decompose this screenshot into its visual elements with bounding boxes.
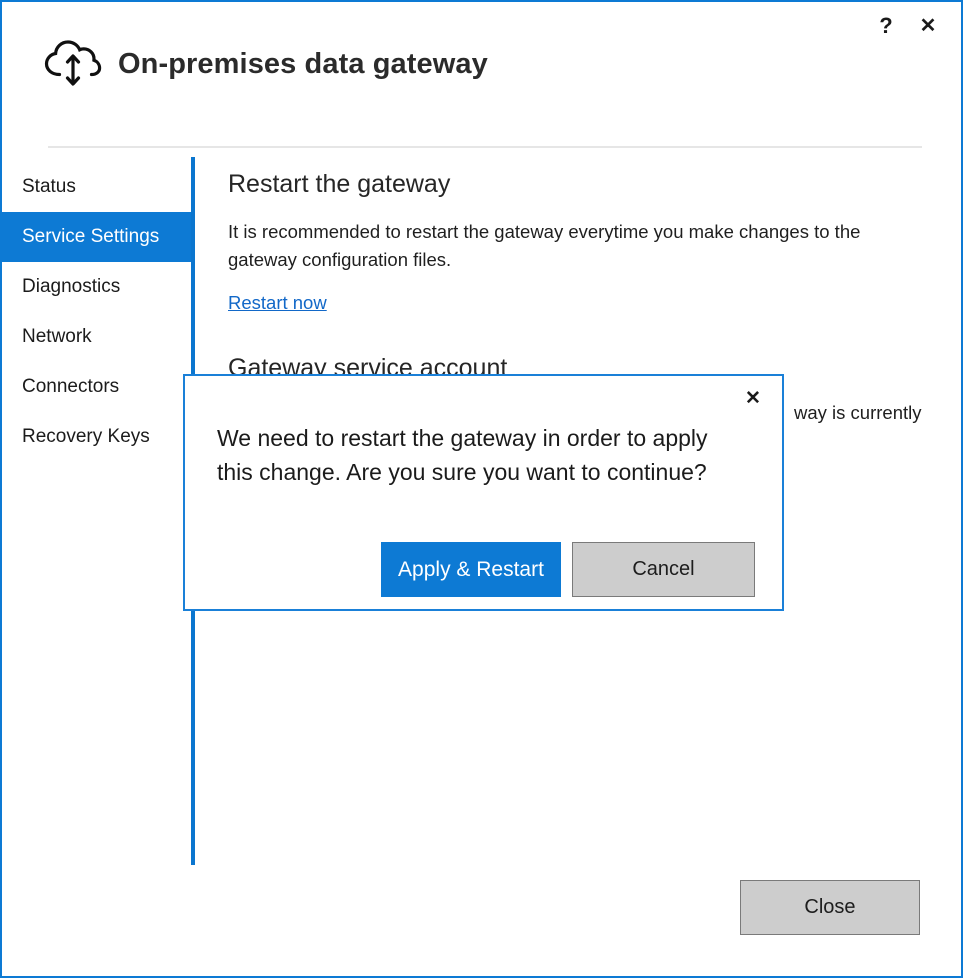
dialog-actions: Apply & Restart Cancel <box>185 542 782 597</box>
gateway-service-account-section: Gateway service account <box>228 354 928 376</box>
app-window: ? ✕ On-premises data gateway Status Serv… <box>0 0 963 978</box>
close-window-button[interactable]: ✕ <box>907 8 949 44</box>
page-title: On-premises data gateway <box>118 48 488 81</box>
apply-and-restart-button[interactable]: Apply & Restart <box>381 542 561 597</box>
app-brand: On-premises data gateway <box>42 38 488 90</box>
sidebar-item-connectors[interactable]: Connectors <box>2 362 191 412</box>
restart-section-body: It is recommended to restart the gateway… <box>228 218 908 274</box>
sidebar-item-status[interactable]: Status <box>2 162 191 212</box>
restart-confirmation-dialog: ✕ We need to restart the gateway in orde… <box>183 374 784 611</box>
account-section-heading: Gateway service account <box>228 354 928 376</box>
cancel-button[interactable]: Cancel <box>572 542 755 597</box>
dialog-message: We need to restart the gateway in order … <box>217 422 749 490</box>
restart-now-link[interactable]: Restart now <box>228 292 327 314</box>
close-button[interactable]: Close <box>740 880 920 935</box>
account-status-text-fragment: way is currently <box>794 402 921 423</box>
header-divider <box>48 146 922 148</box>
sidebar-nav: Status Service Settings Diagnostics Netw… <box>2 162 191 462</box>
cloud-sync-icon <box>42 38 104 90</box>
title-bar: ? ✕ On-premises data gateway <box>2 2 961 144</box>
help-button[interactable]: ? <box>865 8 907 44</box>
restart-gateway-section: Restart the gateway It is recommended to… <box>228 170 928 314</box>
dialog-close-icon[interactable]: ✕ <box>736 382 770 414</box>
sidebar-item-network[interactable]: Network <box>2 312 191 362</box>
sidebar-item-diagnostics[interactable]: Diagnostics <box>2 262 191 312</box>
sidebar-item-service-settings[interactable]: Service Settings <box>2 212 191 262</box>
window-controls: ? ✕ <box>865 8 949 44</box>
sidebar-item-recovery-keys[interactable]: Recovery Keys <box>2 412 191 462</box>
restart-section-heading: Restart the gateway <box>228 170 928 199</box>
